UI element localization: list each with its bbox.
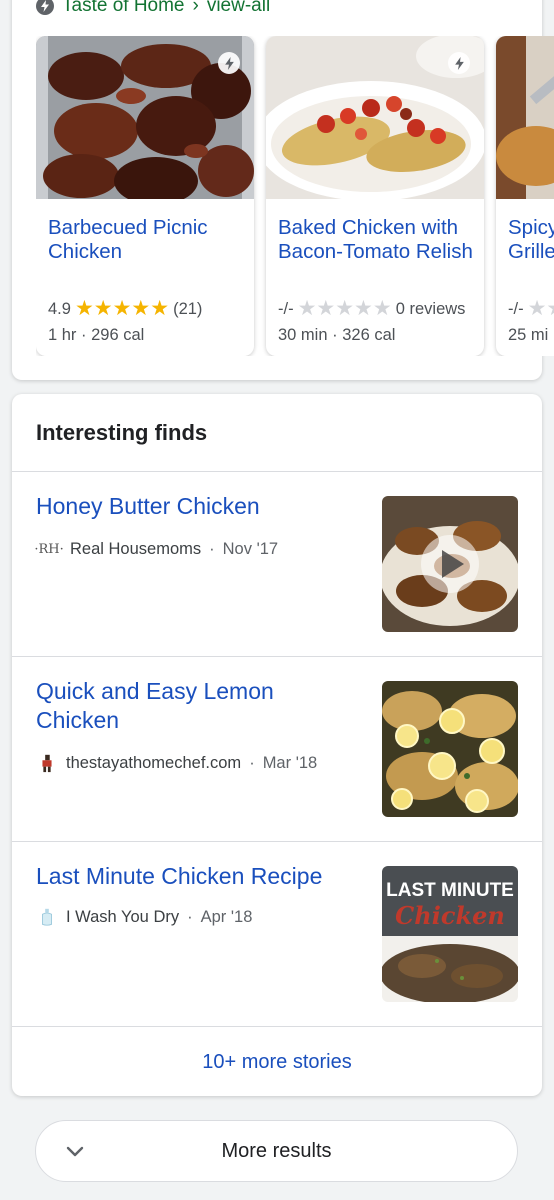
recipe-meta: 1 hr · 296 cal: [48, 326, 144, 345]
recipe-time: 25 mi: [508, 326, 549, 344]
rating-value: -/-: [508, 299, 524, 318]
publisher-name: thestayathomechef.com: [66, 753, 242, 772]
publisher-name: I Wash You Dry: [66, 907, 180, 926]
meta-separator: ·: [249, 753, 255, 772]
recipe-carousel[interactable]: Barbecued Picnic Chicken 4.9 ★★★★★ (21) …: [36, 36, 554, 356]
review-count: (21): [173, 299, 203, 318]
recipe-title[interactable]: Spicy Grille: [508, 216, 554, 264]
rating-value: 4.9: [48, 299, 71, 318]
recipe-card[interactable]: Baked Chicken with Bacon-Tomato Relish -…: [266, 36, 484, 356]
search-results-page: Taste of Home › view-all Barbecued Picni…: [0, 0, 554, 1200]
meta-separator: ·: [187, 907, 193, 926]
recipe-rating: -/- ★★★★★: [508, 297, 554, 320]
meta-separator: ·: [209, 539, 215, 558]
meta-separator: ·: [81, 326, 87, 344]
star-rating-icon: ★★★★★: [297, 297, 392, 320]
recipe-card[interactable]: Barbecued Picnic Chicken 4.9 ★★★★★ (21) …: [36, 36, 254, 356]
publisher-name: Real Housemoms: [70, 539, 202, 558]
recipe-title[interactable]: Baked Chicken with Bacon-Tomato Relish: [278, 216, 474, 264]
recipe-title[interactable]: Barbecued Picnic Chicken: [48, 216, 244, 264]
story-item[interactable]: Honey Butter Chicken ·RH· Real Housemoms…: [12, 472, 542, 656]
more-stories-link[interactable]: 10+ more stories: [12, 1028, 542, 1096]
chevron-down-icon: [66, 1146, 84, 1157]
more-results-label: More results: [221, 1139, 332, 1162]
recipe-time: 1 hr: [48, 326, 77, 344]
story-source: ·RH· Real Housemoms · Nov '17: [34, 538, 279, 560]
recipe-calories: 326 cal: [342, 326, 396, 344]
recipe-time: 30 min: [278, 326, 328, 344]
section-heading: Interesting finds: [36, 420, 208, 445]
divider: [12, 1026, 542, 1027]
chef-icon: [36, 752, 58, 774]
story-thumbnail[interactable]: [382, 496, 518, 632]
story-item[interactable]: Quick and Easy Lemon Chicken thestayatho…: [12, 657, 542, 841]
amp-lightning-icon: [218, 52, 240, 74]
story-date: Apr '18: [200, 907, 253, 926]
meta-separator: ·: [332, 326, 338, 344]
bottle-icon: [36, 906, 58, 928]
story-date: Mar '18: [262, 753, 318, 772]
story-title[interactable]: Quick and Easy Lemon Chicken: [36, 677, 356, 735]
source-site[interactable]: Taste of Home: [62, 0, 185, 17]
amp-lightning-icon: [36, 0, 54, 15]
recipe-rating: 4.9 ★★★★★ (21): [48, 297, 203, 320]
amp-lightning-icon: [448, 52, 470, 74]
svg-text:LAST MINUTE: LAST MINUTE: [386, 880, 514, 901]
recipe-rating: -/- ★★★★★ 0 reviews: [278, 297, 466, 320]
star-rating-icon: ★★★★★: [527, 297, 554, 320]
story-source: I Wash You Dry · Apr '18: [36, 906, 252, 928]
story-thumbnail[interactable]: LAST MINUTE Chicken: [382, 866, 518, 1002]
story-date: Nov '17: [222, 539, 279, 558]
star-rating-icon: ★★★★★: [74, 297, 170, 320]
source-line[interactable]: Taste of Home › view-all: [36, 0, 270, 18]
recipe-calories: 296 cal: [91, 326, 145, 344]
interesting-finds-card: Interesting finds Honey Butter Chicken ·…: [12, 394, 542, 1096]
story-title[interactable]: Honey Butter Chicken: [36, 492, 356, 521]
recipe-meta: 30 min · 326 cal: [278, 326, 395, 345]
story-source: thestayathomechef.com · Mar '18: [36, 752, 317, 774]
story-thumbnail[interactable]: [382, 681, 518, 817]
view-all-link[interactable]: view-all: [207, 0, 270, 17]
recipe-meta: 25 mi: [508, 326, 548, 345]
publisher-favicon: ·RH·: [34, 541, 64, 557]
story-title[interactable]: Last Minute Chicken Recipe: [36, 862, 356, 891]
svg-text:Chicken: Chicken: [395, 901, 505, 930]
more-results-button[interactable]: More results: [35, 1120, 518, 1182]
review-count: 0 reviews: [395, 299, 466, 318]
recipe-card[interactable]: Spicy Grille -/- ★★★★★ 25 mi: [496, 36, 554, 356]
recipe-image: [496, 36, 554, 199]
story-item[interactable]: Last Minute Chicken Recipe I Wash You Dr…: [12, 842, 542, 1026]
source-separator: ›: [192, 0, 199, 16]
rating-value: -/-: [278, 299, 294, 318]
